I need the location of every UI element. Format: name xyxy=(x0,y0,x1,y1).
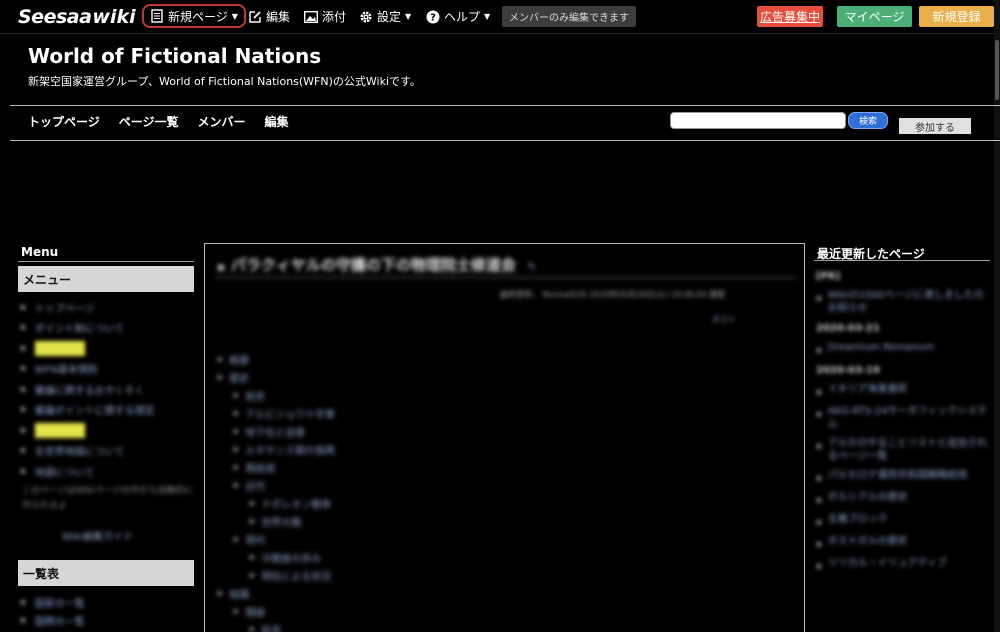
settings-menu[interactable]: 設定 ▼ xyxy=(359,0,411,33)
post-link[interactable]: ポスト xyxy=(712,314,736,325)
join-button[interactable]: 参加する xyxy=(899,118,971,134)
recent-page-link[interactable]: 主権ブロック xyxy=(816,510,992,532)
sidebar-item[interactable]: WFN基本規則 xyxy=(20,359,194,380)
document-icon xyxy=(150,9,164,23)
sidebar-item[interactable]: 地図について xyxy=(20,461,194,482)
header-divider xyxy=(10,105,1000,106)
help-label: ヘルプ xyxy=(444,10,481,24)
svg-text:?: ? xyxy=(430,12,436,23)
wiki-guide-link[interactable]: Wiki編集ガイド xyxy=(20,528,194,543)
recent-date: [PR] xyxy=(816,270,841,282)
recent-page-link[interactable]: パルセロナ連邦共和国戦略総局 xyxy=(816,466,992,488)
recent-page-link[interactable]: アルカのやることリストと追加されるページ一覧 xyxy=(816,434,992,466)
page-meta: 最終更新： Normal026 2020年05月26日(火) 19:46:04 … xyxy=(500,290,726,299)
site-description: 新架空国家運営グループ、World of Fictional Nations(W… xyxy=(28,75,421,88)
help-menu[interactable]: ? ヘルプ ▼ xyxy=(426,0,490,33)
edit-pencil-icon[interactable]: ✎ xyxy=(527,260,536,273)
recent-page-link[interactable]: Dreamium Remanum xyxy=(816,338,992,360)
sidebar-divider xyxy=(18,261,194,262)
sidebar-item[interactable]: 審議に関するおやくそく xyxy=(20,379,194,400)
new-page-label: 新規ページ xyxy=(168,9,228,24)
page-title: ● パラクィヤルの守護の下の物理院士修道会 ✎ xyxy=(217,256,537,274)
edit-icon xyxy=(248,10,262,24)
toc-item[interactable]: ルネサンス期の復興 xyxy=(217,440,335,458)
gear-icon xyxy=(359,10,373,24)
recent-date: 2020-03-19 xyxy=(816,364,880,376)
toc-item[interactable]: 組織 xyxy=(217,584,335,602)
logo-wiki: wiki xyxy=(92,6,136,28)
settings-label: 設定 xyxy=(377,10,402,24)
toc-item[interactable]: 現代 xyxy=(217,530,335,548)
seesaa-wiki-logo[interactable]: Seesaa wiki xyxy=(18,6,136,28)
recent-page-link[interactable]: ボルシアルの歴史 xyxy=(816,488,992,510)
ad-recruit-button[interactable]: 広告募集中 xyxy=(757,6,823,27)
toc-item[interactable]: 世界大戦 xyxy=(217,512,335,530)
chevron-down-icon: ▼ xyxy=(484,12,491,21)
member-only-badge: メンバーのみ編集できます xyxy=(502,6,636,27)
top-toolbar: Seesaa wiki 新規ページ ▼ 編集 添付 設定 ▼ ? ヘルプ ▼ メ… xyxy=(0,0,1000,34)
toc-item[interactable]: 冷戦後の歩み xyxy=(217,548,335,566)
toc-item[interactable]: ナポレオン戦争 xyxy=(217,494,335,512)
toc-item[interactable]: 地下化と迫害 xyxy=(217,422,335,440)
nav-members[interactable]: メンバー xyxy=(198,113,246,130)
toc-item[interactable]: 近代 xyxy=(217,476,335,494)
recent-page-link[interactable]: リリカル・イリュアティブ xyxy=(816,554,992,576)
toc-item[interactable]: 再結成 xyxy=(217,458,335,476)
attach-label: 添付 xyxy=(322,10,347,24)
menu-note: このページはWikiページの中から自動的に作られるよ xyxy=(22,485,194,511)
sidebar-item[interactable]: 審議ポイントに関する規定 xyxy=(20,400,194,421)
recent-page-link[interactable]: AKG-RTS-24サーボフィックシステム xyxy=(816,402,992,434)
title-divider xyxy=(215,277,797,278)
chevron-down-icon: ▼ xyxy=(405,12,412,21)
nav-page-list[interactable]: ページ一覧 xyxy=(119,113,179,130)
toc-item[interactable]: 前史 xyxy=(217,386,335,404)
site-title[interactable]: World of Fictional Nations xyxy=(28,44,321,68)
sidebar-divider xyxy=(814,260,990,261)
sidebar-item[interactable]: ポイント制について xyxy=(20,318,194,339)
nav-divider xyxy=(10,140,1000,141)
register-button[interactable]: 新規登録 xyxy=(919,6,994,27)
attach-button[interactable]: 添付 xyxy=(304,0,346,33)
logo-brand: Seesaa xyxy=(18,6,92,28)
recent-page-link[interactable]: ボストボルの歴史 xyxy=(816,532,992,554)
edit-button[interactable]: 編集 xyxy=(248,0,290,33)
sidebar-item[interactable]: 全世界地図について xyxy=(20,441,194,462)
list-box-header: 一覧表 xyxy=(18,560,194,586)
toc-item[interactable]: 歴史 xyxy=(217,368,335,386)
nav-top-page[interactable]: トップページ xyxy=(28,113,100,130)
toc-item[interactable]: 現在による状況 xyxy=(217,566,335,584)
toc-item[interactable]: 総長 xyxy=(217,620,335,632)
sidebar-menu-list: トップページ ポイント制について 加盟国一覧 WFN基本規則 審議に関するおやく… xyxy=(20,297,194,543)
edit-label: 編集 xyxy=(266,10,291,24)
image-icon xyxy=(304,10,318,24)
recent-pages-list: [PR] Wikiの1000ページに達しましたのお知らせ 2020-03-21 Dre… xyxy=(816,266,992,576)
page-scrollbar[interactable] xyxy=(994,0,1000,632)
toc-item[interactable]: 概要 xyxy=(217,350,335,368)
sidebar-list: 国家の一覧 国際の一覧 xyxy=(20,593,194,629)
sidebar-item-highlighted[interactable]: 加盟国一覧 xyxy=(20,420,194,441)
main-content: ● パラクィヤルの守護の下の物理院士修道会 ✎ 最終更新： Normal026 2… xyxy=(204,243,805,632)
search-button[interactable]: 検索 xyxy=(848,112,888,129)
nav-edit[interactable]: 編集 xyxy=(265,113,289,130)
table-of-contents: 概要 歴史 前史 アルビジョワ十字軍 地下化と迫害 ルネサンス期の復興 再結成 … xyxy=(217,350,335,632)
scrollbar-thumb[interactable] xyxy=(995,40,999,100)
question-icon: ? xyxy=(426,10,440,24)
toc-item[interactable]: 階級 xyxy=(217,602,335,620)
menu-box-header: メニュー xyxy=(18,266,194,292)
search-input[interactable] xyxy=(670,112,846,129)
recent-page-link[interactable]: Wikiの1000ページに達しましたのお知らせ xyxy=(816,286,992,318)
list-item[interactable]: 国際の一覧 xyxy=(20,611,194,629)
recent-page-link[interactable]: イタリア海事連邦 xyxy=(816,380,992,402)
new-page-button[interactable]: 新規ページ ▼ xyxy=(142,4,246,28)
my-page-button[interactable]: マイページ xyxy=(837,6,912,27)
list-item[interactable]: 国家の一覧 xyxy=(20,593,194,611)
global-nav: トップページ ページ一覧 メンバー 編集 xyxy=(28,113,289,130)
sidebar-item-highlighted[interactable]: 加盟国一覧 xyxy=(20,338,194,359)
recent-date: 2020-03-21 xyxy=(816,322,880,334)
sidebar-item[interactable]: トップページ xyxy=(20,297,194,318)
toc-item[interactable]: アルビジョワ十字軍 xyxy=(217,404,335,422)
sidebar-heading-menu: Menu xyxy=(21,245,59,259)
chevron-down-icon: ▼ xyxy=(231,11,238,21)
